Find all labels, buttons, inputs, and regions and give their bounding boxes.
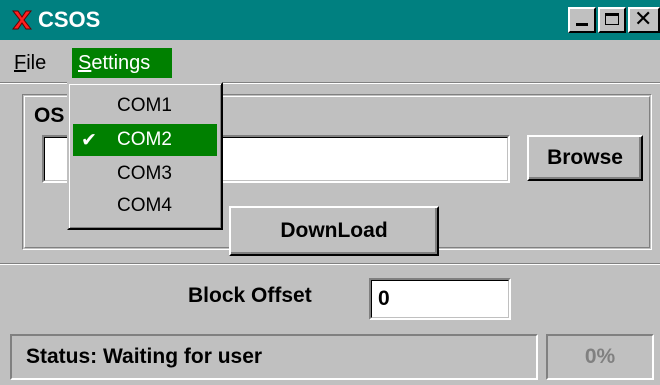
menu-item-com4[interactable]: COM4 (73, 190, 217, 222)
csos-app-icon (11, 10, 33, 30)
window-title: CSOS (38, 7, 101, 32)
section-divider-highlight (0, 264, 660, 265)
menu-item-com2[interactable]: ✔ COM2 (73, 124, 217, 156)
minimize-button[interactable] (568, 7, 596, 33)
app-window: CSOS ✕ File Settings OS Browse DownLoad … (0, 0, 660, 385)
maximize-icon (605, 13, 619, 25)
browse-button[interactable]: Browse (527, 135, 643, 181)
menu-item-com2-label: COM2 (117, 129, 172, 150)
menu-item-com1[interactable]: COM1 (73, 90, 217, 122)
menu-item-com4-label: COM4 (117, 195, 172, 216)
title-bar[interactable]: CSOS ✕ (0, 0, 660, 40)
block-offset-input[interactable]: 0 (369, 278, 511, 320)
close-icon: ✕ (634, 7, 653, 32)
status-progress: 0% (546, 334, 654, 380)
menu-file[interactable]: File (8, 48, 64, 78)
menu-item-com1-label: COM1 (117, 95, 172, 116)
block-offset-value[interactable]: 0 (371, 280, 509, 318)
settings-dropdown-menu: COM1 ✔ COM2 COM3 COM4 (67, 82, 223, 230)
menu-settings-accelerator: S (78, 52, 92, 74)
minimize-icon (576, 23, 588, 26)
os-group-label: OS (32, 104, 67, 128)
menu-file-accelerator: F (14, 52, 27, 74)
block-offset-label: Block Offset (188, 284, 312, 307)
download-button[interactable]: DownLoad (229, 206, 439, 256)
maximize-button[interactable] (598, 7, 626, 33)
checkmark-icon: ✔ (81, 129, 97, 151)
menu-settings-label: ettings (91, 52, 151, 74)
menu-item-com3[interactable]: COM3 (73, 158, 217, 190)
status-text: Status: Waiting for user (10, 334, 538, 380)
menu-bar: File Settings (0, 40, 660, 82)
menu-file-label: ile (26, 52, 47, 74)
menu-item-com3-label: COM3 (117, 163, 172, 184)
close-button[interactable]: ✕ (628, 7, 660, 33)
menu-settings[interactable]: Settings (72, 48, 172, 78)
